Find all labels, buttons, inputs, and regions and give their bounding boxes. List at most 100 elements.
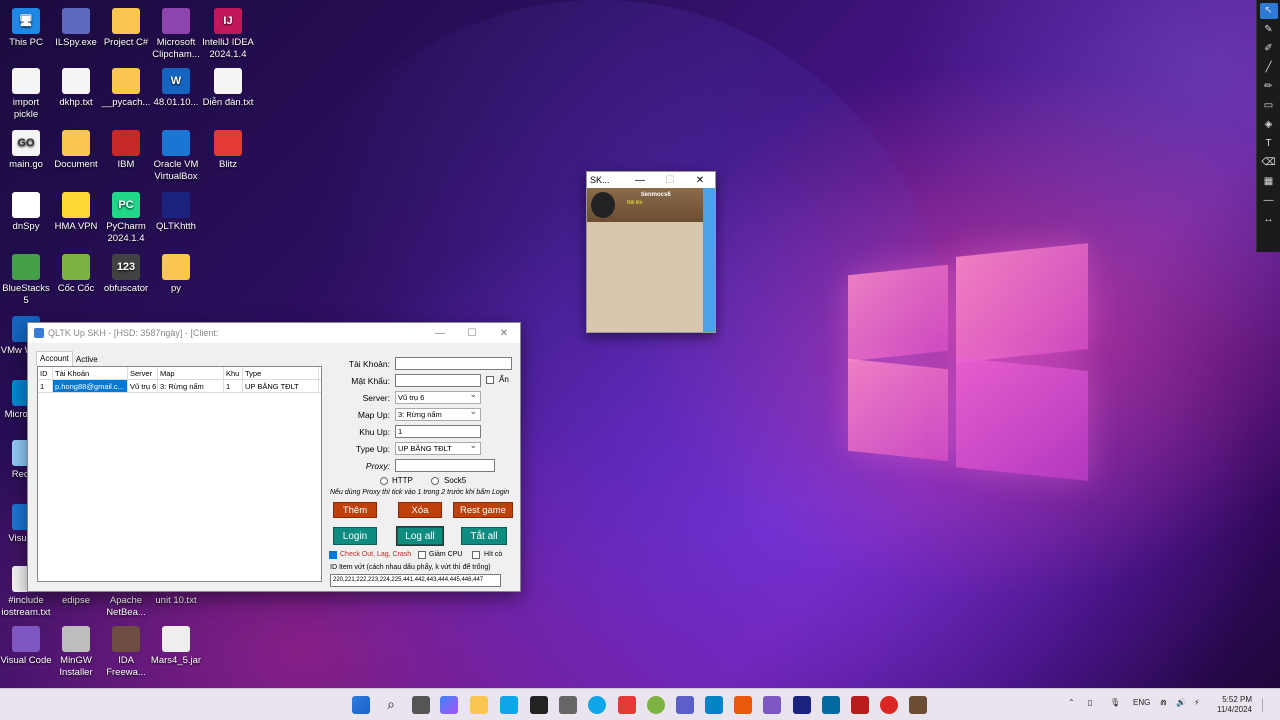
game-taskbar-icon[interactable] xyxy=(909,696,927,714)
desktop-icon[interactable]: dnSpy xyxy=(0,192,52,233)
proxy-input[interactable] xyxy=(395,459,495,472)
power-icon[interactable]: ⚡ xyxy=(1194,698,1200,707)
map-select[interactable]: 3: Rừng nấm xyxy=(395,406,481,421)
desktop-icon[interactable]: HMA VPN xyxy=(50,192,102,233)
desktop-icon[interactable]: import pickle xyxy=(0,68,52,121)
tai-khoan-input[interactable] xyxy=(395,357,512,370)
ida-icon[interactable] xyxy=(851,696,869,714)
desktop-icon[interactable]: Visual Code xyxy=(0,626,52,667)
visual-studio-icon[interactable] xyxy=(763,696,781,714)
app-orange-icon[interactable] xyxy=(734,696,752,714)
show-desktop[interactable] xyxy=(1262,698,1268,712)
qltk-taskbar-icon[interactable] xyxy=(793,696,811,714)
pen-icon[interactable]: ✎ xyxy=(1260,22,1278,38)
game-titlebar[interactable]: SK... — ☐ ✕ xyxy=(587,172,715,188)
desktop-icon[interactable]: Project C# xyxy=(100,8,152,49)
login-button[interactable]: Login xyxy=(333,527,377,545)
lang-indicator[interactable]: ENG xyxy=(1133,698,1150,707)
record-icon[interactable] xyxy=(880,696,898,714)
desktop-icon[interactable]: __pycach... xyxy=(100,68,152,109)
task-view-icon[interactable] xyxy=(412,696,430,714)
server-select[interactable]: Vũ trụ 6 xyxy=(395,389,481,404)
game-window[interactable]: SK... — ☐ ✕ tienmocs6 Nổi lên xyxy=(586,171,716,333)
cell-khu[interactable]: 1 xyxy=(224,380,243,392)
highlighter-icon[interactable]: ✏ xyxy=(1260,79,1278,95)
desktop-icon[interactable]: Document xyxy=(50,130,102,171)
hit-co-checkbox[interactable] xyxy=(472,551,480,559)
pattern-icon[interactable]: ▦ xyxy=(1260,174,1278,190)
tat-all-button[interactable]: Tắt all xyxy=(461,527,507,545)
cell-account[interactable]: p.hong88@gmail.c... xyxy=(53,380,128,392)
marker-icon[interactable]: ✐ xyxy=(1260,41,1278,57)
start-icon[interactable] xyxy=(352,696,370,714)
table-row[interactable]: 1 p.hong88@gmail.c... Vũ trụ 6 3: Rừng n… xyxy=(38,380,321,393)
maximize-button[interactable]: ☐ xyxy=(655,175,685,186)
col-map[interactable]: Map xyxy=(158,367,224,379)
battery-icon[interactable]: ▯ xyxy=(1088,698,1092,707)
app-titlebar[interactable]: QLTK Up SKH - [HSD: 3587ngày] - [Client:… xyxy=(28,323,520,343)
chevron-up-icon[interactable]: ⌃ xyxy=(1068,698,1075,707)
eraser-icon[interactable]: ⌫ xyxy=(1260,155,1278,171)
xoa-button[interactable]: Xóa xyxy=(398,502,442,518)
clock[interactable]: 5:52 PM 11/4/2024 xyxy=(1212,695,1252,715)
desktop-icon[interactable]: Blitz xyxy=(202,130,254,171)
fill-icon[interactable]: ◈ xyxy=(1260,117,1278,133)
search-icon[interactable]: ⌕ xyxy=(382,696,400,714)
obfuscator-icon[interactable] xyxy=(530,696,548,714)
desktop-icon[interactable]: MinGW Installer xyxy=(50,626,102,679)
check-lag-checkbox[interactable] xyxy=(329,551,337,559)
edge-icon[interactable] xyxy=(588,696,606,714)
rest-game-button[interactable]: Rest game xyxy=(453,502,513,518)
line-icon[interactable]: ╱ xyxy=(1260,60,1278,76)
col-id[interactable]: ID xyxy=(38,367,53,379)
file-explorer-icon[interactable] xyxy=(470,696,488,714)
coccoc-icon[interactable] xyxy=(647,696,665,714)
desktop-icon[interactable]: QLTKhtth xyxy=(150,192,202,233)
teams-icon[interactable] xyxy=(676,696,694,714)
desktop-icon[interactable]: dkhp.txt xyxy=(50,68,102,109)
desktop-icon[interactable]: 🖥 This PC xyxy=(0,8,52,49)
desktop-icon[interactable]: GO main.go xyxy=(0,130,52,171)
rectangle-icon[interactable]: ▭ xyxy=(1260,98,1278,114)
them-button[interactable]: Thêm xyxy=(333,502,377,518)
desktop-icon[interactable]: ILSpy.exe xyxy=(50,8,102,49)
col-khu[interactable]: Khu xyxy=(224,367,243,379)
desktop-icon[interactable]: py xyxy=(150,254,202,295)
desktop-icon[interactable]: Cốc Cốc xyxy=(50,254,102,295)
wifi-icon[interactable]: ⋒ xyxy=(1160,698,1167,707)
cell-map[interactable]: 3: Rừng nấm xyxy=(158,380,224,392)
copilot-icon[interactable] xyxy=(440,696,458,714)
cell-type[interactable]: UP BĂNG TĐLT xyxy=(243,380,319,392)
maximize-button[interactable]: ☐ xyxy=(456,328,488,339)
desktop-icon[interactable]: IBM xyxy=(100,130,152,171)
desktop-icon[interactable]: IJ IntelliJ IDEA 2024.1.4 xyxy=(202,8,254,61)
col-type[interactable]: Type xyxy=(243,367,319,379)
divider-icon[interactable]: — xyxy=(1260,193,1278,209)
cell-id[interactable]: 1 xyxy=(38,380,53,392)
expand-icon[interactable]: ↔ xyxy=(1260,212,1278,228)
mic-icon[interactable]: 🎙 xyxy=(1110,698,1120,707)
desktop-icon[interactable]: 123 obfuscator xyxy=(100,254,152,295)
item-input[interactable]: 220,221,222,223,224,225,441,442,443,444,… xyxy=(330,574,501,587)
store-icon[interactable] xyxy=(500,696,518,714)
github-icon[interactable] xyxy=(559,696,577,714)
close-button[interactable]: ✕ xyxy=(685,175,715,186)
giam-cpu-checkbox[interactable] xyxy=(418,551,426,559)
tab-active[interactable]: Active xyxy=(73,353,101,366)
khu-input[interactable]: 1 xyxy=(395,425,481,438)
desktop-icon[interactable]: PC PyCharm 2024.1.4 xyxy=(100,192,152,245)
mail-icon[interactable] xyxy=(705,696,723,714)
desktop-icon[interactable]: W 48.01.10... xyxy=(150,68,202,109)
col-server[interactable]: Server xyxy=(128,367,158,379)
type-select[interactable]: UP BĂNG TĐLT xyxy=(395,440,481,455)
sock5-radio[interactable] xyxy=(431,477,439,485)
log-all-button[interactable]: Log all xyxy=(396,526,444,546)
desktop-icon[interactable]: BlueStacks 5 xyxy=(0,254,52,307)
messenger-icon[interactable] xyxy=(618,696,636,714)
network-app-icon[interactable] xyxy=(822,696,840,714)
volume-icon[interactable]: 🔊 xyxy=(1176,698,1186,707)
desktop-icon[interactable]: Diễn đàn.txt xyxy=(202,68,254,109)
text-icon[interactable]: T xyxy=(1260,136,1278,152)
desktop-icon[interactable]: IDA Freewa... xyxy=(100,626,152,679)
pointer-icon[interactable]: ↖ xyxy=(1259,3,1278,19)
